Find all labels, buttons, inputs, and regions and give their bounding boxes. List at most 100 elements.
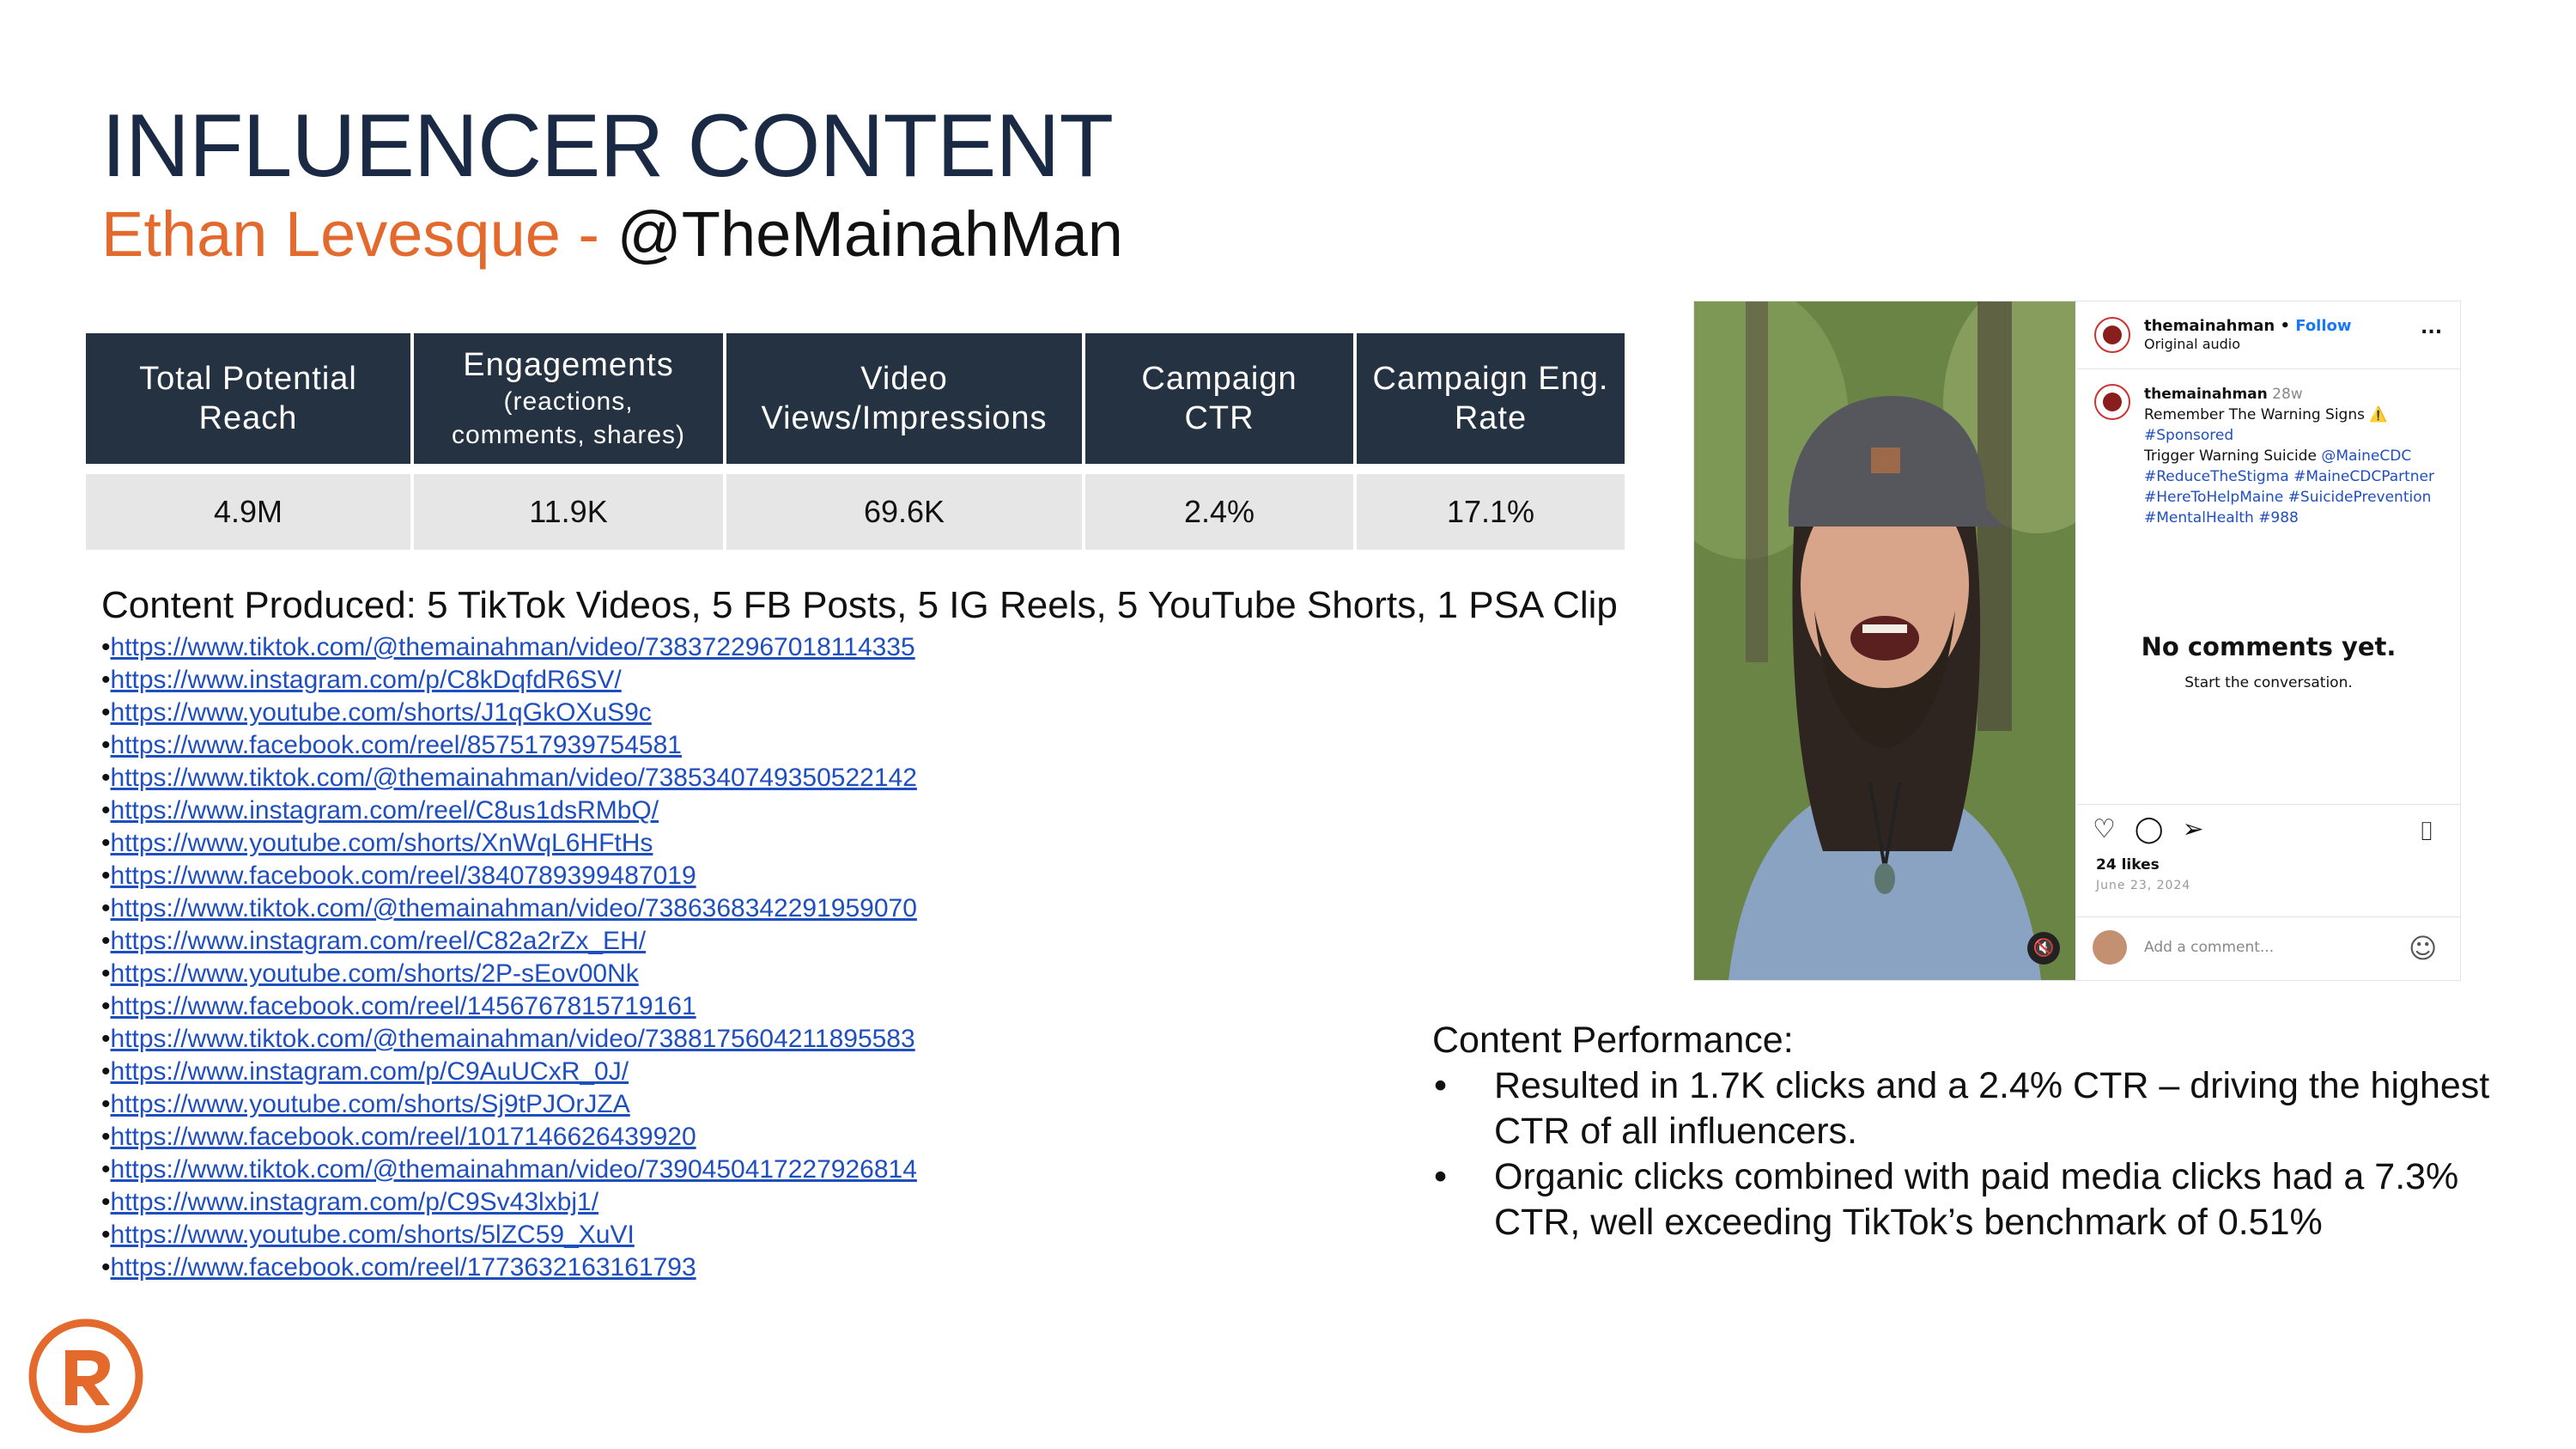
value-campaign-ctr: 2.4% — [1085, 474, 1353, 550]
start-conversation-text: Start the conversation. — [2184, 674, 2353, 691]
content-link[interactable]: https://www.tiktok.com/@themainahman/vid… — [111, 764, 917, 792]
instagram-post-screenshot: 🔇 themainahman • Follow Original audio .… — [1693, 301, 2461, 981]
page-title: INFLUENCER CONTENT — [101, 96, 1114, 196]
content-link[interactable]: https://www.youtube.com/shorts/2P-sEov00… — [111, 959, 639, 988]
content-link-item: •https://www.tiktok.com/@themainahman/vi… — [101, 762, 917, 795]
content-link-item: •https://www.tiktok.com/@themainahman/vi… — [101, 892, 917, 925]
bullet: • — [101, 1221, 111, 1249]
value-video-views: 69.6K — [726, 474, 1082, 550]
bullet: • — [101, 698, 111, 727]
content-link-item: •https://www.youtube.com/shorts/2P-sEov0… — [101, 958, 917, 990]
content-link[interactable]: https://www.facebook.com/reel/8575179397… — [111, 731, 682, 759]
divider — [2077, 916, 2460, 917]
divider — [2077, 368, 2460, 369]
content-link-item: •https://www.youtube.com/shorts/Sj9tPJOr… — [101, 1088, 917, 1121]
caption-avatar[interactable] — [2094, 384, 2130, 420]
stats-table: Total Potential Reach Engagements (react… — [82, 330, 1628, 553]
bullet: • — [101, 829, 111, 857]
likes-count[interactable]: 24 likes — [2096, 856, 2160, 874]
content-link-item: •https://www.tiktok.com/@themainahman/vi… — [101, 631, 917, 664]
bookmark-icon[interactable]: ⌷ — [2419, 817, 2434, 847]
heart-icon[interactable]: ♡ — [2093, 817, 2116, 843]
value-reach: 4.9M — [86, 474, 410, 550]
content-link-item: •https://www.tiktok.com/@themainahman/vi… — [101, 1023, 917, 1056]
performance-heading: Content Performance: — [1432, 1020, 1794, 1061]
profile-avatar[interactable] — [2094, 317, 2130, 353]
content-link-item: •https://www.youtube.com/shorts/J1qGkOXu… — [101, 697, 917, 729]
content-link-item: •https://www.facebook.com/reel/177363216… — [101, 1251, 917, 1284]
content-link-item: •https://www.facebook.com/reel/145676781… — [101, 990, 917, 1023]
divider — [2077, 804, 2460, 805]
content-link[interactable]: https://www.instagram.com/p/C8kDqfdR6SV/ — [111, 666, 622, 694]
content-link[interactable]: https://www.tiktok.com/@themainahman/vid… — [111, 894, 917, 922]
content-link[interactable]: https://www.youtube.com/shorts/J1qGkOXuS… — [111, 698, 652, 727]
content-link[interactable]: https://www.facebook.com/reel/1017146626… — [111, 1123, 696, 1151]
performance-point: • Organic clicks combined with paid medi… — [1434, 1156, 2459, 1243]
post-username: themainahman • Follow — [2144, 317, 2352, 335]
content-link[interactable]: https://www.tiktok.com/@themainahman/vid… — [111, 633, 915, 661]
photo-illustration — [1694, 301, 2075, 980]
content-link-list: •https://www.tiktok.com/@themainahman/vi… — [101, 631, 917, 1284]
follow-button[interactable]: Follow — [2295, 317, 2351, 335]
content-link-item: •https://www.facebook.com/reel/384078939… — [101, 860, 917, 892]
content-link[interactable]: https://www.facebook.com/reel/3840789399… — [111, 861, 696, 890]
bullet: • — [101, 1123, 111, 1151]
content-performance: Content Performance: • Resulted in 1.7K … — [1432, 1018, 2549, 1245]
header-engagements: Engagements (reactions, comments, shares… — [414, 333, 723, 464]
influencer-name: Ethan Levesque - — [101, 198, 617, 270]
mute-icon[interactable]: 🔇 — [2027, 932, 2060, 965]
content-link[interactable]: https://www.tiktok.com/@themainahman/vid… — [111, 1025, 915, 1053]
header-video-views: Video Views/Impressions — [726, 333, 1082, 464]
post-caption: themainahman 28w Remember The Warning Si… — [2144, 386, 2434, 527]
emoji-icon[interactable]: ☺ — [2409, 932, 2437, 965]
post-action-bar: ♡ ◯ ➢ — [2093, 817, 2223, 843]
bullet: • — [101, 1155, 111, 1184]
add-comment-input[interactable]: Add a comment... — [2144, 939, 2274, 956]
content-produced-heading: Content Produced: 5 TikTok Videos, 5 FB … — [101, 584, 1618, 626]
value-campaign-eng-rate: 17.1% — [1357, 474, 1625, 550]
content-link[interactable]: https://www.youtube.com/shorts/XnWqL6HFt… — [111, 829, 653, 857]
header-reach: Total Potential Reach — [86, 333, 410, 464]
bullet: • — [101, 1057, 111, 1086]
bullet: • — [101, 1253, 111, 1282]
bullet: • — [101, 666, 111, 694]
bullet: • — [101, 796, 111, 825]
bullet: • — [101, 633, 111, 661]
post-date: June 23, 2024 — [2096, 879, 2191, 892]
content-link[interactable]: https://www.facebook.com/reel/1773632163… — [111, 1253, 696, 1282]
content-link-item: •https://www.instagram.com/p/C8kDqfdR6SV… — [101, 664, 917, 697]
comment-icon[interactable]: ◯ — [2135, 817, 2164, 843]
share-icon[interactable]: ➢ — [2182, 817, 2203, 843]
bullet: • — [101, 927, 111, 955]
content-link[interactable]: https://www.youtube.com/shorts/5lZC59_Xu… — [111, 1221, 635, 1249]
content-link[interactable]: https://www.instagram.com/p/C9AuUCxR_0J/ — [111, 1057, 629, 1086]
commenter-avatar — [2093, 930, 2127, 965]
content-link-item: •https://www.instagram.com/reel/C8us1dsR… — [101, 795, 917, 827]
content-link[interactable]: https://www.youtube.com/shorts/Sj9tPJOrJ… — [111, 1090, 630, 1118]
bullet: • — [101, 894, 111, 922]
content-link-item: •https://www.facebook.com/reel/101714662… — [101, 1121, 917, 1154]
content-link-item: •https://www.tiktok.com/@themainahman/vi… — [101, 1154, 917, 1186]
bullet: • — [101, 992, 111, 1020]
content-link-item: •https://www.instagram.com/reel/C82a2rZx… — [101, 925, 917, 958]
bullet: • — [101, 1025, 111, 1053]
bullet: • — [101, 731, 111, 759]
content-link[interactable]: https://www.tiktok.com/@themainahman/vid… — [111, 1155, 917, 1184]
value-engagements: 11.9K — [414, 474, 723, 550]
content-link-item: •https://www.instagram.com/p/C9Sv43lxbj1… — [101, 1186, 917, 1219]
content-link-item: •https://www.instagram.com/p/C9AuUCxR_0J… — [101, 1056, 917, 1088]
company-logo — [28, 1318, 143, 1434]
bullet: • — [101, 959, 111, 988]
content-link[interactable]: https://www.instagram.com/reel/C8us1dsRM… — [111, 796, 659, 825]
content-link[interactable]: https://www.facebook.com/reel/1456767815… — [111, 992, 696, 1020]
bullet: • — [101, 861, 111, 890]
post-audio[interactable]: Original audio — [2144, 336, 2240, 352]
content-link-item: •https://www.facebook.com/reel/857517939… — [101, 729, 917, 762]
content-link[interactable]: https://www.instagram.com/p/C9Sv43lxbj1/ — [111, 1188, 599, 1216]
more-options-icon[interactable]: ... — [2421, 317, 2442, 338]
influencer-handle: @TheMainahMan — [617, 198, 1123, 270]
content-link-item: •https://www.youtube.com/shorts/5lZC59_X… — [101, 1219, 917, 1251]
page-subtitle: Ethan Levesque - @TheMainahMan — [101, 199, 1123, 269]
content-link[interactable]: https://www.instagram.com/reel/C82a2rZx_… — [111, 927, 647, 955]
post-side-panel: themainahman • Follow Original audio ...… — [2077, 301, 2460, 980]
